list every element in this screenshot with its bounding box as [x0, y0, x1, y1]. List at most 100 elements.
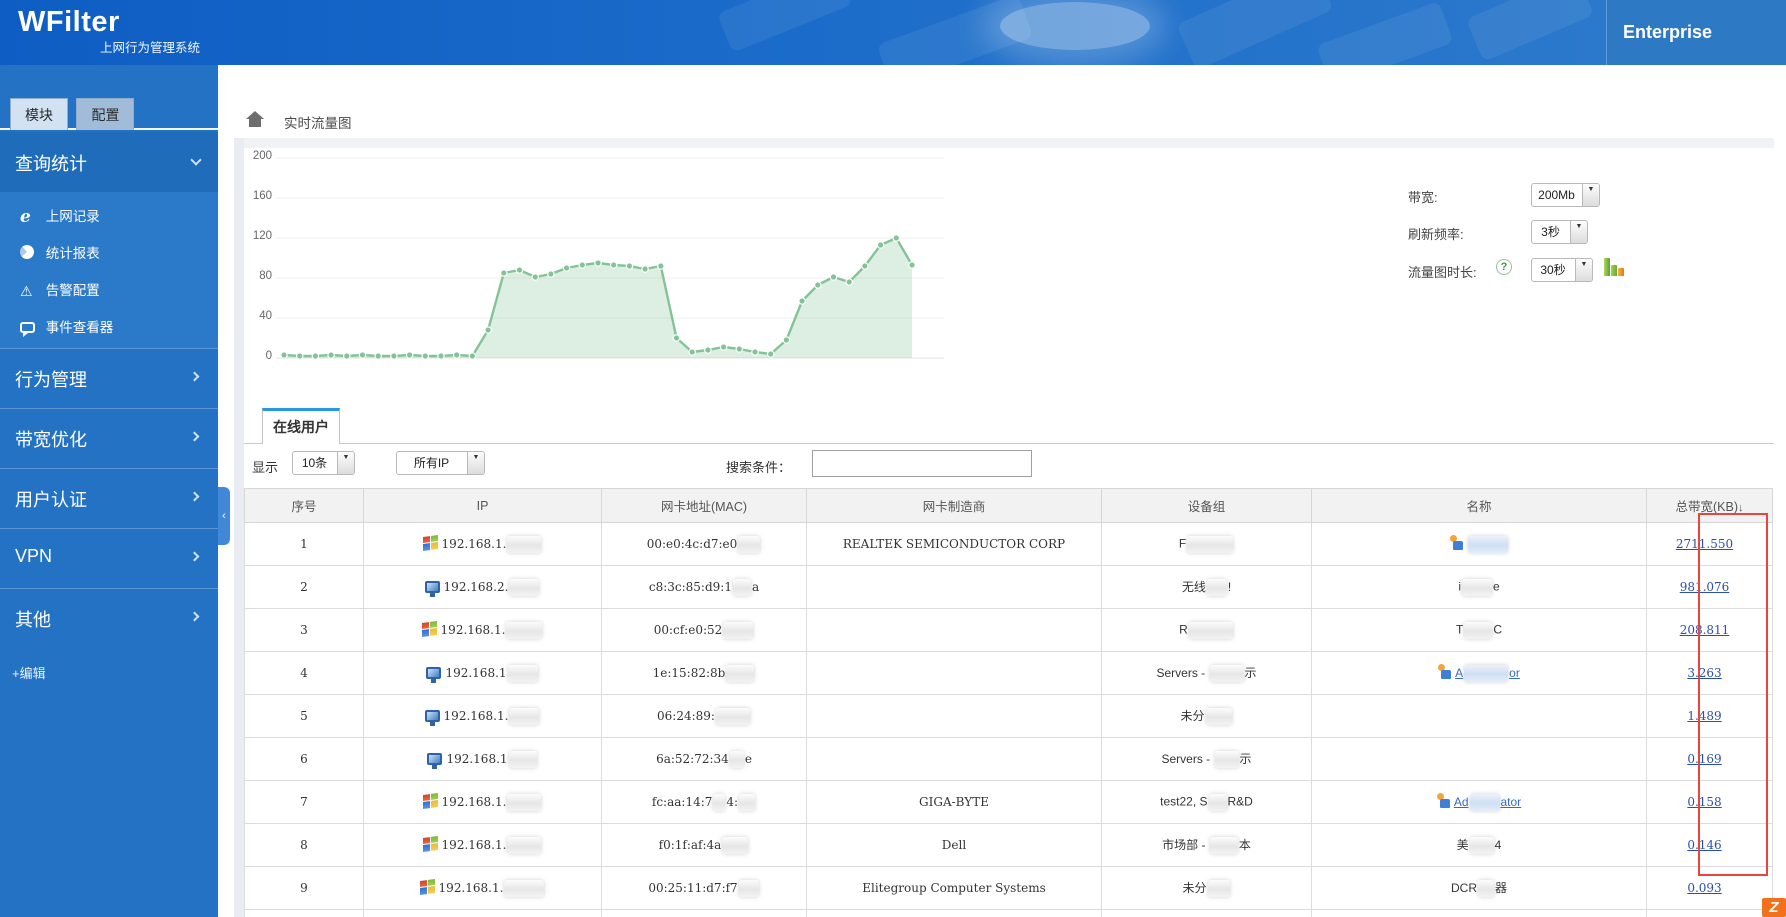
show-label: 显示: [252, 460, 279, 475]
sidebar-item-stat-reports[interactable]: 统计报表: [0, 235, 218, 272]
bandwidth-link[interactable]: 208.811: [1680, 623, 1730, 637]
help-icon[interactable]: ?: [1496, 259, 1512, 275]
col-group[interactable]: 设备组: [1101, 488, 1312, 523]
refresh-rate-select[interactable]: 3秒: [1531, 220, 1588, 244]
cell-text: 1e:15:82:8b: [652, 665, 726, 680]
ip-filter-select[interactable]: 所有IP: [396, 451, 485, 475]
table-row[interactable]: 6 192.168.1 6a:52:72:34 e Servers - 示 0.169: [244, 737, 1773, 781]
censored-blur: [1208, 793, 1227, 811]
sidebar-section-behavior[interactable]: 行为管理: [0, 348, 218, 408]
sidebar-item-web-records[interactable]: 上网记录: [0, 198, 218, 235]
bandwidth-label: 带宽:: [1408, 190, 1438, 205]
sidebar-tabs: 模块 配置: [0, 98, 218, 130]
cell-text: 192.168.1.: [438, 880, 504, 895]
home-icon[interactable]: [246, 111, 264, 127]
censored-blur: [507, 664, 538, 682]
table-row[interactable]: 8 192.168.1. f0:1f:af:4a Dell 市场部 - 本美 4 0.146: [244, 823, 1773, 867]
page-size-select[interactable]: 10条: [292, 451, 355, 475]
cell-text: 无线: [1181, 579, 1206, 594]
bar-chart-icon[interactable]: [1604, 257, 1628, 276]
cell-text: 00:cf:e0:52: [653, 622, 723, 637]
cell-name: DCR 器: [1311, 866, 1647, 910]
sidebar-item-alert-config[interactable]: 告警配置: [0, 272, 218, 309]
table-row[interactable]: 1 192.168.1. 00:e0:4c:d7:e0 REALTEK SEMICON…: [244, 522, 1773, 566]
sidebar-section-bandwidth[interactable]: 带宽优化: [0, 408, 218, 468]
bandwidth-link[interactable]: 0.093: [1687, 881, 1721, 895]
user-name-link[interactable]: Ad ator: [1453, 794, 1521, 812]
duration-select[interactable]: 30秒: [1531, 258, 1593, 282]
cell-text: a: [751, 579, 760, 594]
cell-text: R: [1179, 622, 1188, 637]
tab-modules[interactable]: 模块: [10, 98, 68, 130]
censored-blur: [508, 750, 537, 768]
cell-name: [1311, 737, 1647, 781]
cell-ip: 192.168.1: [363, 651, 602, 695]
cell-ip: 192.168.2.: [363, 565, 602, 609]
cell-group: Servers - 示: [1101, 651, 1312, 695]
sidebar-collapse-handle[interactable]: ‹: [218, 487, 230, 545]
user-name-link[interactable]: [1467, 536, 1509, 554]
alert-icon: [20, 273, 42, 310]
sidebar-section-auth[interactable]: 用户认证: [0, 468, 218, 528]
chevron-down-icon[interactable]: [1570, 221, 1587, 243]
sidebar-section-query-stats[interactable]: 查询统计: [0, 132, 218, 192]
chevron-down-icon[interactable]: [1582, 184, 1599, 206]
table-row[interactable]: 7 192.168.1. fc:aa:14:7 4: GIGA-BYTE test22, …: [244, 780, 1773, 824]
bandwidth-link[interactable]: 1.489: [1687, 709, 1721, 723]
censored-blur: [1469, 794, 1500, 812]
sidebar-section-other[interactable]: 其他: [0, 588, 218, 648]
table-row[interactable]: 9 192.168.1. 00:25:11:d7:f7 Elitegroup Comp…: [244, 866, 1773, 910]
bandwidth-link[interactable]: 0.146: [1687, 838, 1721, 852]
cell-text: 192.168.2.: [443, 579, 509, 594]
cell-text: Ad: [1453, 794, 1469, 809]
table-row[interactable]: 2 192.168.2. c8:3c:85:d9:1 a 无线! i e 981.076: [244, 565, 1773, 609]
censored-blur: [739, 793, 756, 811]
cell-name: Ad ator: [1311, 780, 1647, 824]
bandwidth-link[interactable]: 3.263: [1687, 666, 1721, 680]
sidebar-section-vpn[interactable]: VPN: [0, 528, 218, 588]
bandwidth-link[interactable]: 2711.550: [1676, 537, 1733, 551]
col-bandwidth[interactable]: 总带宽(KB)↓: [1646, 488, 1773, 523]
user-name-link[interactable]: Aor: [1455, 665, 1520, 683]
col-vendor[interactable]: 网卡制造商: [806, 488, 1102, 523]
chevron-down-icon[interactable]: [467, 452, 484, 474]
cell-text: 本: [1238, 837, 1251, 852]
col-num[interactable]: 序号: [244, 488, 364, 523]
tab-config[interactable]: 配置: [76, 98, 135, 130]
bandwidth-link[interactable]: 0.169: [1687, 752, 1721, 766]
cell-bandwidth: 0.158: [1646, 780, 1773, 824]
table-row[interactable]: 3 192.168.1. 00:cf:e0:52 R T C 208.811: [244, 608, 1773, 652]
col-ip[interactable]: IP: [363, 488, 602, 523]
windows-icon: [422, 835, 438, 852]
top-banner: WFilter 上网行为管理系统 Enterprise: [0, 0, 1786, 65]
cell-text: 4: [1494, 837, 1502, 852]
col-mac[interactable]: 网卡地址(MAC): [601, 488, 807, 523]
y-tick-label: 120: [252, 230, 272, 242]
sidebar-item-event-viewer[interactable]: 事件查看器: [0, 309, 218, 346]
bandwidth-select[interactable]: 200Mb: [1531, 183, 1600, 207]
cell-vendor: [806, 694, 1102, 738]
table-row[interactable]: 4 192.168.1 1e:15:82:8b Servers - 示 Aor 3.263: [244, 651, 1773, 695]
chevron-down-icon[interactable]: [337, 452, 354, 474]
chevron-down-icon[interactable]: [1575, 259, 1592, 281]
cell-group: 未分: [1101, 866, 1312, 910]
sidebar-submenu: 上网记录 统计报表 告警配置 事件查看器: [0, 192, 218, 348]
bandwidth-link[interactable]: 0.158: [1687, 795, 1721, 809]
content-gutter: [234, 138, 244, 917]
table-row[interactable]: 5 192.168.1. 06:24:89: 未分 1.489: [244, 694, 1773, 738]
cell-num: 2: [244, 565, 364, 609]
censored-blur: [715, 707, 750, 725]
cell-empty: [1646, 909, 1773, 917]
y-tick-label: 80: [259, 270, 272, 282]
sidebar-edit-link[interactable]: +编辑: [12, 663, 46, 682]
search-input[interactable]: [812, 450, 1032, 477]
y-tick-label: 160: [252, 190, 272, 202]
cell-text: 00:e0:4c:d7:e0: [646, 536, 738, 551]
cell-mac: fc:aa:14:7 4:: [601, 780, 807, 824]
chevron-right-icon: [189, 491, 200, 502]
cell-mac: f0:1f:af:4a: [601, 823, 807, 867]
col-name[interactable]: 名称: [1311, 488, 1647, 523]
bandwidth-link[interactable]: 981.076: [1680, 580, 1730, 594]
tab-online-users[interactable]: 在线用户: [262, 408, 340, 444]
keyboard-decor: [1176, 0, 1334, 65]
